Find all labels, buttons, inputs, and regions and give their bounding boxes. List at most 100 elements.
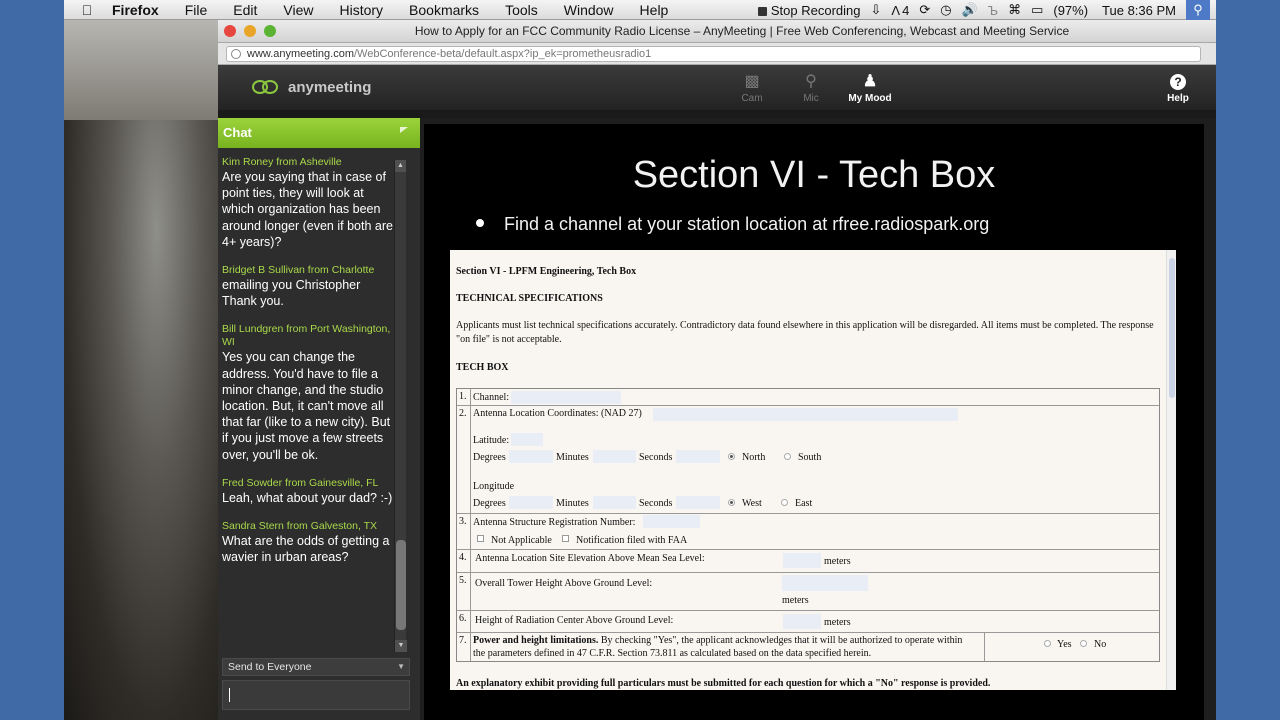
tower-height-field[interactable] (782, 575, 868, 591)
slide: Section VI - Tech Box Find a channel at … (424, 124, 1204, 720)
row-asr: 3. Antenna Structure Registration Number… (457, 514, 1159, 550)
anymeeting-logo: anymeeting (252, 78, 371, 96)
row-power-limits: 7. Power and height limitations. By chec… (457, 633, 1159, 661)
cam-label: Cam (741, 93, 763, 104)
url-domain: www.anymeeting.com (247, 48, 354, 60)
bluetooth-icon[interactable]: Ъ (988, 3, 998, 18)
coords-field[interactable] (653, 408, 958, 421)
south-radio[interactable] (784, 453, 791, 460)
menu-window[interactable]: Window (564, 2, 614, 18)
mac-menubar:  Firefox File Edit View History Bookmar… (64, 0, 1216, 20)
east-radio[interactable] (781, 499, 788, 506)
column-divider (984, 633, 985, 661)
chat-message: Bill Lundgren from Port Washington, WI Ye… (222, 323, 394, 462)
document-scrollbar[interactable] (1166, 250, 1176, 690)
chat-scroll-thumb[interactable] (396, 540, 406, 630)
my-mood-button[interactable]: ♟ My Mood (840, 73, 900, 104)
help-label: Help (1167, 93, 1189, 104)
doc-paragraph: Applicants must list technical specifica… (456, 320, 1154, 345)
adobe-icon[interactable]: Λ4 (891, 3, 909, 18)
menu-view[interactable]: View (283, 2, 313, 18)
channel-field[interactable] (511, 391, 621, 404)
battery-icon[interactable]: ▭ (1031, 2, 1043, 18)
chat-title: Chat (223, 125, 252, 140)
scroll-up-icon[interactable]: ▲ (395, 160, 406, 172)
mic-label: Mic (803, 93, 819, 104)
collapse-chat-icon[interactable] (400, 127, 408, 133)
send-to-value: Send to Everyone (228, 661, 312, 673)
faa-notification-label: Notification filed with FAA (576, 535, 688, 546)
menu-edit[interactable]: Edit (233, 2, 257, 18)
menubar-status-area: Stop Recording ⇩ Λ4 ⟳ ◷ 🔊 Ъ ⌘ ▭ (97%) Tu… (748, 0, 1210, 20)
send-to-select[interactable]: Send to Everyone ▼ (222, 658, 410, 676)
url-field[interactable]: www.anymeeting.com/WebConference-beta/de… (226, 46, 1201, 62)
faa-notification-checkbox[interactable] (562, 535, 569, 542)
chat-scrollbar[interactable]: ▲ ▼ (394, 160, 407, 652)
latitude-field[interactable] (511, 433, 543, 446)
chat-input[interactable] (222, 680, 410, 710)
tray-count: 4 (902, 2, 910, 18)
not-applicable-checkbox[interactable] (477, 535, 484, 542)
lat-minutes-field[interactable] (593, 450, 636, 463)
slide-bullet-text: Find a channel at your station location … (504, 214, 990, 234)
record-stop-icon (757, 6, 767, 16)
sync-icon[interactable]: ⟳ (919, 2, 930, 18)
menu-file[interactable]: File (185, 2, 208, 18)
minimize-window-icon[interactable] (244, 25, 256, 37)
chat-panel: Chat Kim Roney from Asheville Are you say… (218, 118, 420, 720)
power-yes-label: Yes (1057, 639, 1072, 650)
close-window-icon[interactable] (224, 25, 236, 37)
elevation-label: Antenna Location Site Elevation Above Me… (475, 553, 705, 564)
zoom-window-icon[interactable] (264, 25, 276, 37)
time-machine-icon[interactable]: ◷ (940, 2, 951, 18)
lon-seconds-field[interactable] (676, 496, 720, 509)
site-identity-icon[interactable] (231, 49, 241, 59)
lat-degrees-label: Degrees (473, 452, 506, 463)
person-icon: ♟ (862, 73, 878, 90)
lon-minutes-field[interactable] (593, 496, 636, 509)
download-icon[interactable]: ⇩ (871, 2, 882, 18)
help-button[interactable]: ? Help (1148, 73, 1208, 104)
elevation-field[interactable] (783, 553, 821, 568)
row-number: 1. (459, 391, 467, 402)
apple-icon[interactable]:  (76, 2, 98, 18)
north-radio[interactable] (728, 453, 735, 460)
menu-app-name[interactable]: Firefox (112, 2, 159, 18)
document-scroll-thumb[interactable] (1169, 258, 1175, 398)
window-titlebar: How to Apply for an FCC Community Radio … (218, 20, 1216, 43)
mic-button[interactable]: ⚲ Mic (781, 73, 841, 104)
radiation-center-field[interactable] (783, 614, 821, 629)
power-limits-heading: Power and height limitations. (473, 635, 599, 646)
west-radio[interactable] (728, 499, 735, 506)
spotlight-search-icon[interactable]: ⚲ (1186, 0, 1210, 20)
desktop-wallpaper (64, 20, 218, 720)
chat-message: Fred Sowder from Gainesville, FL Leah, wh… (222, 477, 394, 506)
asr-label: Antenna Structure Registration Number: (473, 517, 636, 528)
chat-message: Sandra Stern from Galveston, TX What are … (222, 520, 394, 565)
cam-button[interactable]: ▩ Cam (722, 73, 782, 104)
scroll-down-icon[interactable]: ▼ (395, 640, 407, 652)
clock[interactable]: Tue 8:36 PM (1102, 3, 1176, 18)
menu-help[interactable]: Help (640, 2, 669, 18)
presentation-area: Section VI - Tech Box Find a channel at … (420, 118, 1216, 720)
lon-minutes-label: Minutes (556, 498, 589, 509)
lat-degrees-field[interactable] (509, 450, 553, 463)
menu-tools[interactable]: Tools (505, 2, 538, 18)
chat-text: Are you saying that in case of point tie… (222, 170, 393, 249)
volume-icon[interactable]: 🔊 (962, 2, 978, 18)
east-label: East (795, 498, 813, 509)
lat-seconds-field[interactable] (676, 450, 720, 463)
anymeeting-logo-icon (252, 78, 282, 96)
row-number: 3. (459, 516, 467, 527)
menu-bookmarks[interactable]: Bookmarks (409, 2, 479, 18)
url-path: /WebConference-beta/default.aspx?ip_ek=p… (354, 48, 652, 60)
asr-field[interactable] (643, 515, 700, 528)
menu-history[interactable]: History (339, 2, 383, 18)
wifi-icon[interactable]: ⌘ (1008, 2, 1021, 18)
power-no-radio[interactable] (1080, 640, 1087, 647)
doc-subheading: TECHNICAL SPECIFICATIONS (456, 293, 603, 304)
power-yes-radio[interactable] (1044, 640, 1051, 647)
stop-recording-item[interactable]: Stop Recording (757, 3, 861, 18)
lon-degrees-field[interactable] (509, 496, 553, 509)
longitude-label: Longitude (473, 481, 515, 492)
